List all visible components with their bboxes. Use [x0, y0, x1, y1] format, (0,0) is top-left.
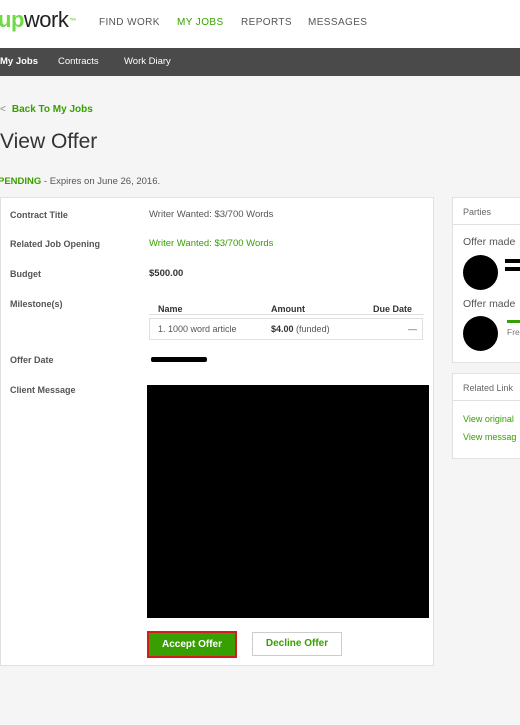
redacted-offer-date [151, 357, 207, 362]
milestone-amount: $4.00 (funded) [271, 324, 330, 334]
sub-navbar: My Jobs Contracts Work Diary [0, 48, 520, 76]
offer-made-by-label: Offer made [463, 236, 516, 248]
milestones-label: Milestone(s) [10, 299, 63, 309]
nav-my-jobs[interactable]: MY JOBS [177, 17, 224, 28]
related-links-divider [453, 400, 520, 401]
status-expiry: - Expires on June 26, 2016. [41, 176, 161, 187]
offer-details-panel: Contract Title Writer Wanted: $3/700 Wor… [0, 197, 434, 666]
view-messages-link[interactable]: View messag [463, 432, 516, 442]
parties-panel: Parties Offer made Offer made Fre [452, 197, 520, 363]
table-row: 1. 1000 word article $4.00 (funded) — [149, 318, 423, 340]
related-job-link[interactable]: Writer Wanted: $3/700 Words [149, 238, 273, 249]
parties-heading: Parties [463, 207, 492, 217]
milestone-header-name: Name [158, 304, 183, 314]
milestone-name: 1. 1000 word article [158, 324, 237, 334]
view-original-link[interactable]: View original [463, 414, 514, 424]
avatar [463, 255, 498, 290]
offer-date-label: Offer Date [10, 355, 54, 365]
subnav-contracts[interactable]: Contracts [58, 56, 99, 67]
budget-value: $500.00 [149, 268, 184, 279]
related-job-label: Related Job Opening [10, 239, 101, 249]
logo-trademark: ™ [69, 18, 76, 25]
client-message-label: Client Message [10, 385, 76, 395]
chevron-left-icon: < [0, 104, 6, 115]
back-link-label: Back To My Jobs [11, 104, 93, 115]
offer-made-to-label: Offer made [463, 298, 516, 310]
contract-title-value: Writer Wanted: $3/700 Words [149, 209, 274, 220]
accept-offer-button[interactable]: Accept Offer [147, 631, 237, 658]
offer-status: PENDING - Expires on June 26, 2016. [0, 176, 160, 187]
party-role: Fre [507, 327, 520, 337]
avatar [463, 316, 498, 351]
milestone-funded-note: (funded) [296, 324, 330, 334]
related-links-heading: Related Link [463, 383, 514, 393]
redacted-name [505, 267, 520, 271]
parties-divider [453, 224, 520, 225]
milestone-amount-value: $4.00 [271, 324, 294, 334]
nav-find-work[interactable]: FIND WORK [99, 17, 160, 28]
milestone-due-date: — [408, 324, 417, 334]
upwork-logo[interactable]: upwork™ [0, 6, 76, 34]
subnav-work-diary[interactable]: Work Diary [124, 56, 171, 67]
redacted-name [505, 259, 520, 263]
status-badge: PENDING [0, 176, 42, 187]
top-navbar: upwork™ FIND WORK MY JOBS REPORTS MESSAG… [0, 0, 520, 48]
redacted-client-message [147, 385, 429, 618]
page-title: View Offer [0, 130, 98, 153]
logo-up-text: up [0, 7, 24, 32]
nav-messages[interactable]: MESSAGES [308, 17, 367, 28]
contract-title-label: Contract Title [10, 210, 68, 220]
subnav-my-jobs[interactable]: My Jobs [0, 56, 38, 67]
milestone-header-due-date: Due Date [373, 304, 413, 314]
budget-label: Budget [10, 269, 41, 279]
back-to-my-jobs-link[interactable]: < Back To My Jobs [0, 104, 93, 115]
milestone-header-amount: Amount [271, 304, 305, 314]
logo-work-text: work [23, 7, 69, 32]
nav-reports[interactable]: REPORTS [241, 17, 292, 28]
milestone-header-divider [149, 314, 424, 315]
decline-offer-button[interactable]: Decline Offer [252, 632, 342, 656]
related-links-panel: Related Link View original View messag [452, 373, 520, 459]
redacted-name [507, 320, 520, 323]
